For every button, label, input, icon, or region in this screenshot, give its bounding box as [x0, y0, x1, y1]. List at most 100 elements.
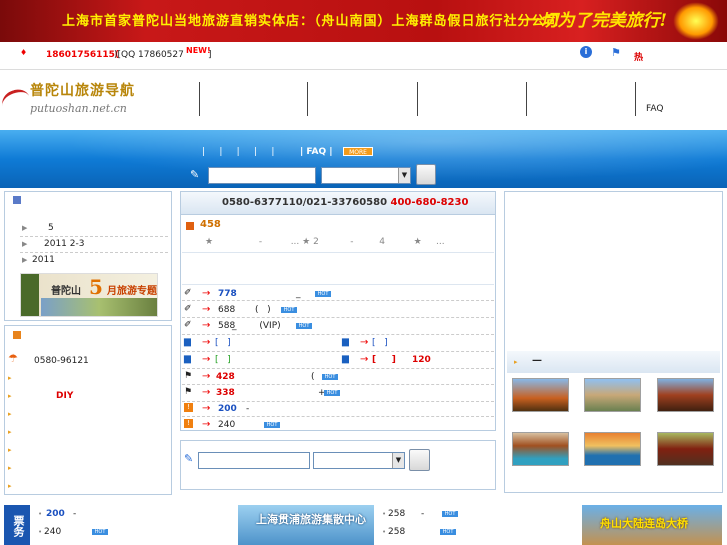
tour-icon: ▆ [184, 354, 191, 364]
hot-link[interactable]: 热 [634, 50, 643, 63]
divider [182, 284, 494, 285]
tour-name[interactable]: - [246, 404, 249, 414]
tour-search-input[interactable] [198, 452, 310, 469]
tour-link[interactable]: [ ] [215, 338, 231, 348]
arrow-icon: ▸ [8, 464, 12, 472]
tour-search-button[interactable] [409, 449, 430, 471]
search-button[interactable] [416, 164, 436, 185]
gallery-thumb[interactable] [584, 378, 641, 412]
tour-name[interactable]: ( [311, 372, 315, 382]
tour-icon: ▆ [342, 337, 349, 347]
tour-price[interactable]: 120 [412, 355, 431, 365]
tour-link[interactable]: [ ] [372, 338, 388, 348]
arrow-icon: ▸ [8, 446, 12, 454]
hot-badge: HOT [324, 390, 340, 396]
banner2-text: 舟山大陆连岛大桥 [600, 517, 688, 530]
arrow-icon: → [202, 304, 211, 315]
bottom-price[interactable]: 240 [44, 527, 61, 537]
tour-name[interactable]: ( ) [255, 305, 271, 315]
divider [182, 252, 494, 253]
chevron-down-icon: ▼ [398, 168, 410, 183]
gallery-thumb[interactable] [512, 432, 569, 466]
arrow-icon: → [202, 354, 211, 365]
nav-faq-link[interactable]: | FAQ | [300, 147, 333, 157]
top-banner[interactable]: 上海市首家普陀山当地旅游直销实体店：（舟山南国）上海群岛假日旅行社分公司 一切为… [0, 0, 727, 42]
left-item-2[interactable]: 2011 2-3 [44, 239, 84, 249]
tour-search-select[interactable]: ▼ [313, 452, 405, 469]
search-category-select[interactable]: ▼ [321, 167, 411, 184]
tour-name[interactable]: _ (VIP) [232, 321, 281, 331]
hot-badge: HOT [264, 422, 280, 428]
promo-number: 5 [89, 275, 103, 299]
hot-badge: HOT [440, 529, 456, 535]
arrow-icon: → [202, 419, 211, 430]
top-phone: 18601756115( [46, 50, 119, 60]
search-icon: ✎ [190, 168, 200, 181]
gallery-thumb[interactable] [657, 432, 714, 466]
bottom-item[interactable]: - [421, 509, 424, 519]
hot-badge: HOT [442, 511, 458, 517]
ticket-badge[interactable]: 票务 [4, 505, 30, 545]
arrow-icon: → [202, 403, 211, 414]
tour-icon: ⚑ [184, 387, 193, 397]
top-faq-link[interactable]: FAQ [646, 104, 663, 114]
tour-icon: ⚑ [184, 371, 193, 381]
arrow-icon: → [360, 337, 369, 348]
arrow-icon: ▸ [8, 428, 12, 436]
tour-icon: ! [184, 403, 193, 412]
bottom-item[interactable]: - [73, 509, 76, 519]
tour-count: 458 [200, 219, 221, 230]
tour-price[interactable]: 688 [218, 305, 235, 315]
may-topic-banner[interactable]: 普陀山 5 月旅游专题 [20, 273, 158, 317]
bottom-price[interactable]: 200 [46, 509, 65, 519]
hot-badge: HOT [322, 374, 338, 380]
tour-price[interactable]: 778 [218, 289, 237, 299]
more-button[interactable]: MORE [343, 147, 373, 156]
hot-routes-line[interactable]: ★ - ... ★ 2 - 4 ★ ... [205, 237, 445, 247]
hot-badge: HOT [92, 529, 108, 535]
count-icon [186, 222, 194, 230]
promo-place: 普陀山 [51, 286, 81, 297]
arrow-icon: → [360, 354, 369, 365]
left-item-3[interactable]: 2011 [32, 255, 55, 265]
nav-links[interactable]: | | | | | [202, 147, 274, 157]
tour-price[interactable]: 428 [216, 372, 235, 382]
diy-link[interactable]: DIY [56, 391, 73, 401]
left-item-1[interactable]: 5 [48, 223, 54, 233]
logo-cn-text: 普陀山旅游导航 [30, 83, 135, 99]
arrow-icon: ▸ [514, 358, 518, 366]
bottom-price[interactable]: 258 [388, 509, 405, 519]
tour-name[interactable]: _ [296, 289, 301, 299]
tour-link[interactable]: [ ] [215, 355, 231, 365]
info-icon[interactable]: i [580, 46, 592, 58]
tour-price[interactable]: 338 [216, 388, 235, 398]
tour-link[interactable]: [ ] [372, 355, 396, 365]
search-icon: ✎ [184, 452, 194, 465]
flag-icon[interactable]: ⚑ [611, 46, 623, 59]
arrow-icon: → [202, 387, 211, 398]
gallery-thumb[interactable] [512, 378, 569, 412]
arrow-icon: ▸ [8, 410, 12, 418]
bottom-price[interactable]: 258 [388, 527, 405, 537]
gallery-thumb[interactable] [584, 432, 641, 466]
site-logo[interactable]: 普陀山旅游导航 putuoshan.net.cn [0, 80, 162, 122]
top-qq[interactable]: )[QQ 17860527 [114, 50, 184, 60]
tour-icon: ▆ [184, 337, 191, 347]
shanghai-center-banner[interactable]: 上海贯浦旅游集散中心 [238, 505, 374, 545]
nav-separator [307, 82, 308, 116]
tour-price[interactable]: 240 [218, 420, 235, 430]
tour-price[interactable]: 200 [218, 404, 237, 414]
hot-badge: HOT [315, 291, 331, 297]
arrow-icon: ▸ [8, 392, 12, 400]
bridge-banner[interactable]: 舟山大陆连岛大桥 [582, 505, 722, 545]
arrow-icon: • [38, 510, 43, 518]
service-phone: 0580-96121 [34, 356, 89, 366]
tour-icon: ▆ [342, 354, 349, 364]
divider [20, 236, 168, 237]
search-input[interactable] [208, 167, 316, 184]
divider [182, 300, 494, 301]
nav-separator [635, 82, 636, 116]
gallery-thumb[interactable] [657, 378, 714, 412]
booking-phone: 0580-6377110/021-33760580 400-680-8230 [222, 197, 468, 208]
arrow-icon: → [202, 371, 211, 382]
